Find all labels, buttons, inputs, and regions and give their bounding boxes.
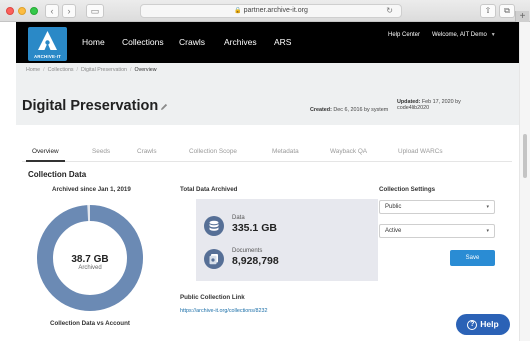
save-button[interactable]: Save: [450, 250, 495, 266]
public-link-title: Public Collection Link: [180, 294, 245, 301]
help-center-link[interactable]: Help Center: [388, 32, 420, 38]
scrollbar-thumb[interactable]: [523, 134, 527, 178]
documents-value: 8,928,798: [232, 255, 279, 267]
url-text: partner.archive-it.org: [243, 7, 308, 14]
help-button[interactable]: ? Help: [456, 314, 510, 335]
collection-hero: Home / Collections / Digital Preservation / Ov…: [16, 63, 519, 125]
status-value: Active: [385, 228, 402, 234]
donut-value: 38.7 GB: [71, 254, 109, 265]
tab-wayback-qa[interactable]: Wayback QA: [330, 148, 367, 162]
page-gutter: [0, 22, 16, 341]
public-collection-link[interactable]: https://archive-it.org/collections/8232: [180, 308, 268, 314]
total-data-title: Total Data Archived: [180, 186, 238, 193]
database-icon: [204, 216, 224, 236]
user-menu[interactable]: Welcome, AIT Demo ▼: [432, 32, 496, 38]
share-button[interactable]: ⇧: [480, 4, 496, 18]
chevron-down-icon: ▾: [486, 204, 489, 210]
archive-it-logo[interactable]: ARCHIVE-IT: [28, 27, 67, 61]
created-label: Created:: [310, 107, 332, 113]
sidebar-toggle-button[interactable]: ▭: [86, 4, 104, 18]
breadcrumb-current: Overview: [134, 67, 157, 73]
page-title: Digital Preservation: [22, 98, 159, 114]
chevron-down-icon: ▾: [486, 228, 489, 234]
forward-button[interactable]: ›: [62, 4, 76, 18]
close-window-button[interactable]: [6, 7, 14, 15]
nav-crawls[interactable]: Crawls: [179, 22, 205, 63]
archived-since: Archived since Jan 1, 2019: [52, 186, 131, 193]
question-icon: ?: [467, 320, 478, 330]
donut-label: Archived: [78, 265, 102, 271]
back-button[interactable]: ‹: [45, 4, 59, 18]
tab-crawls[interactable]: Crawls: [137, 148, 157, 162]
donut-caption: Collection Data vs Account: [50, 320, 130, 327]
new-tab-button[interactable]: +: [515, 11, 529, 22]
settings-title: Collection Settings: [379, 186, 436, 193]
updated-info: Updated: Feb 17, 2020 by code4lib2020: [397, 99, 507, 111]
visibility-select[interactable]: Public ▾: [379, 200, 495, 214]
logo-mark-icon: [38, 31, 57, 50]
tabs-overview-button[interactable]: ⧉: [499, 4, 515, 18]
vertical-scrollbar[interactable]: [519, 22, 530, 341]
documents-label: Documents: [232, 248, 263, 254]
nav-archives[interactable]: Archives: [224, 22, 257, 63]
breadcrumb: Home / Collections / Digital Preservation / Ov…: [26, 67, 157, 73]
main-content: Home / Collections / Digital Preservation / Ov…: [16, 63, 519, 341]
logo-text: ARCHIVE-IT: [33, 54, 62, 59]
minimize-window-button[interactable]: [18, 7, 26, 15]
tab-metadata[interactable]: Metadata: [272, 148, 299, 162]
tab-seeds[interactable]: Seeds: [92, 148, 110, 162]
created-info: Created: Dec 6, 2016 by system: [310, 107, 388, 113]
nav-ars[interactable]: ARS: [274, 22, 291, 63]
reload-icon[interactable]: ↻: [386, 5, 393, 17]
address-bar[interactable]: 🔒 partner.archive-it.org ↻: [140, 4, 402, 18]
tab-upload-warcs[interactable]: Upload WARCs: [398, 148, 443, 162]
tab-collection-scope[interactable]: Collection Scope: [189, 148, 237, 162]
lock-icon: 🔒: [234, 8, 242, 14]
created-value: Dec 6, 2016 by system: [333, 107, 389, 113]
nav-collections[interactable]: Collections: [122, 22, 164, 63]
browser-toolbar: ‹ › ▭ 🔒 partner.archive-it.org ↻ ⇧ ⧉ +: [0, 0, 530, 22]
section-title: Collection Data: [28, 170, 87, 179]
data-value: 335.1 GB: [232, 222, 277, 234]
collection-tabs: Overview Seeds Crawls Collection Scope M…: [22, 148, 512, 162]
chevron-down-icon: ▼: [490, 32, 496, 38]
breadcrumb-home[interactable]: Home: [26, 67, 40, 73]
maximize-window-button[interactable]: [30, 7, 38, 15]
tab-overview[interactable]: Overview: [26, 148, 65, 162]
welcome-text: Welcome, AIT Demo: [432, 32, 487, 38]
documents-icon: [204, 249, 224, 269]
nav-home[interactable]: Home: [82, 22, 105, 63]
help-label: Help: [480, 319, 499, 329]
updated-by: code4lib2020: [397, 105, 430, 111]
total-data-panel: Data 335.1 GB Documents 8,928,798: [196, 199, 378, 281]
data-label: Data: [232, 215, 245, 221]
visibility-value: Public: [385, 204, 402, 210]
breadcrumb-collection[interactable]: Digital Preservation: [81, 67, 127, 73]
pencil-icon[interactable]: [160, 103, 168, 111]
breadcrumb-collections[interactable]: Collections: [48, 67, 74, 73]
status-select[interactable]: Active ▾: [379, 224, 495, 238]
app-header: ARCHIVE-IT Home Collections Crawls Archi…: [16, 22, 519, 63]
